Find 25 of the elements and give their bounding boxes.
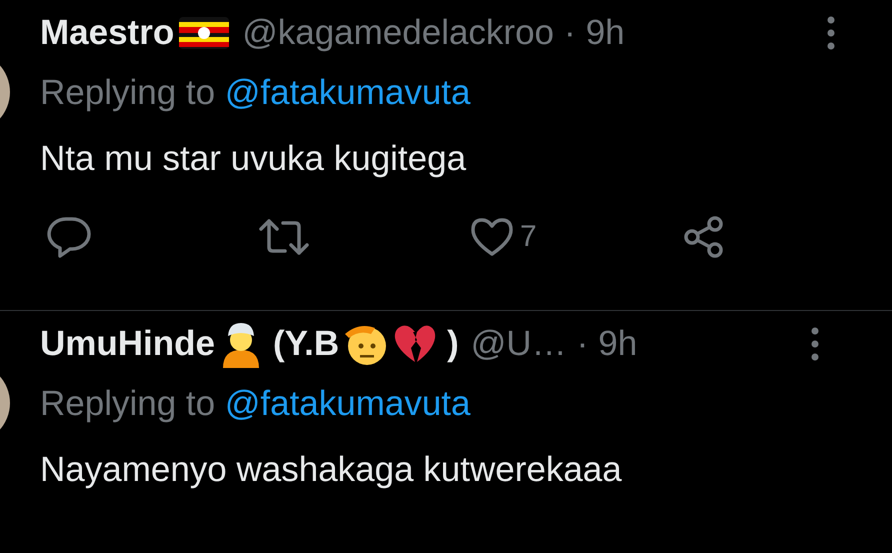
author-handle[interactable]: @U… (470, 317, 567, 371)
more-icon[interactable] (810, 326, 820, 362)
tweet-text: Nta mu star uvuka kugitega (40, 138, 468, 180)
more-icon[interactable] (826, 15, 836, 51)
heart-icon (470, 216, 514, 256)
author-handle[interactable]: @kagamedelackroo (242, 6, 554, 60)
reply-handle-link[interactable]: @fatakumavuta (224, 384, 470, 423)
reply-icon (46, 214, 92, 258)
author-name: ) (447, 323, 459, 365)
like-count: 7 (520, 219, 537, 255)
broken-heart-icon (393, 324, 438, 364)
separator-dot: · (564, 12, 576, 54)
retweet-icon (258, 216, 310, 256)
replying-label: Replying to (40, 384, 216, 423)
replying-label: Replying to (40, 73, 216, 112)
author-name: UmuHinde (40, 323, 215, 365)
reply-handle-link[interactable]: @fatakumavuta (224, 73, 470, 112)
author-name: Maestro (40, 12, 174, 54)
author-name: (Y.B (273, 323, 340, 365)
tweet-time: 9h (586, 12, 625, 54)
heart-button[interactable]: 7 (464, 214, 676, 259)
tweet-text: Nayamenyo washakaga kutwerekaaa (40, 449, 623, 491)
separator-dot: · (576, 323, 588, 365)
tweet-time: 9h (598, 323, 638, 365)
flag-icon (178, 15, 230, 51)
